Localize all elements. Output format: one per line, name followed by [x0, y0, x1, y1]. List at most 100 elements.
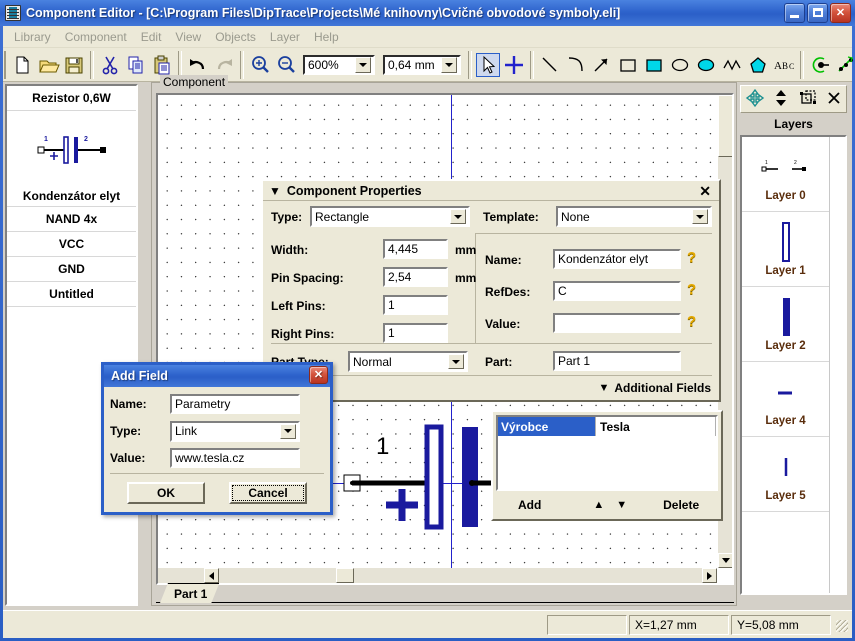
zoom-level-combo[interactable]: 600% — [303, 54, 375, 75]
new-icon[interactable] — [10, 53, 34, 77]
chevron-down-icon[interactable] — [692, 209, 708, 224]
close-icon[interactable]: ✕ — [695, 184, 715, 198]
list-item[interactable]: NAND 4x — [7, 207, 136, 232]
list-item[interactable]: GND — [7, 257, 136, 282]
additional-fields-toggle[interactable]: ▼ Additional Fields — [598, 381, 711, 395]
canvas-vscroll-thumb[interactable] — [718, 95, 732, 157]
template-combo[interactable]: None — [556, 206, 712, 227]
menu-layer[interactable]: Layer — [263, 27, 307, 47]
help-icon[interactable]: ? — [687, 250, 696, 265]
chevron-down-icon[interactable]: ▼ — [269, 184, 281, 198]
select-arrow-icon[interactable] — [476, 52, 500, 77]
ok-button[interactable]: OK — [127, 482, 205, 504]
delete-layer-icon[interactable] — [826, 88, 842, 111]
field-type-combo[interactable]: Link — [170, 420, 300, 442]
part-tab-part1[interactable]: Part 1 — [160, 583, 219, 603]
ellipse-icon[interactable] — [668, 53, 692, 77]
filled-ellipse-icon[interactable] — [694, 53, 718, 77]
save-icon[interactable] — [62, 53, 86, 77]
application-window: Component Editor - [C:\Program Files\Dip… — [0, 0, 855, 641]
move-down-icon[interactable]: ▼ — [616, 499, 627, 511]
add-pin-icon[interactable] — [808, 53, 832, 77]
list-item[interactable]: Untitled — [7, 282, 136, 307]
help-icon[interactable]: ? — [687, 314, 696, 329]
field-value-cell[interactable]: Tesla — [596, 417, 716, 436]
close-button[interactable]: ✕ — [830, 3, 851, 23]
part-input[interactable]: Part 1 — [553, 351, 681, 371]
zoom-out-icon[interactable] — [274, 53, 298, 77]
canvas-scroll-right-button[interactable] — [702, 568, 717, 583]
menu-objects[interactable]: Objects — [208, 27, 263, 47]
layer-label: Layer 4 — [765, 415, 806, 427]
polyline-icon[interactable] — [720, 53, 744, 77]
menu-view[interactable]: View — [168, 27, 208, 47]
list-item[interactable]: VCC — [7, 232, 136, 257]
table-row[interactable]: Výrobce Tesla — [498, 417, 716, 436]
refdes-input[interactable]: C — [553, 281, 681, 301]
width-input[interactable]: 4,445 — [383, 239, 448, 259]
list-item[interactable]: Layer 5 — [742, 437, 829, 512]
list-item[interactable]: Rezistor 0,6W — [7, 86, 136, 111]
toolbar-group-zoom: 600% 0,64 mm — [243, 50, 469, 79]
name-input[interactable]: Kondenzátor elyt — [553, 249, 681, 269]
canvas-scroll-down-button[interactable] — [718, 553, 732, 568]
list-item[interactable]: 1 2 Kondenzátor elyt — [7, 111, 136, 207]
list-item[interactable]: 12 Layer 0 — [742, 137, 829, 212]
grid-size-combo[interactable]: 0,64 mm — [383, 54, 461, 75]
left-pins-input[interactable]: 1 — [383, 295, 448, 315]
cut-icon[interactable] — [98, 53, 122, 77]
paste-icon[interactable] — [150, 53, 174, 77]
chevron-down-icon[interactable] — [355, 56, 371, 73]
menu-library[interactable]: Library — [7, 27, 58, 47]
arc-icon[interactable] — [564, 53, 588, 77]
canvas-hscroll-thumb[interactable] — [336, 568, 354, 583]
right-pins-input[interactable]: 1 — [383, 323, 448, 343]
component-list[interactable]: Rezistor 0,6W 1 2 Kondenzátor elyt NAND … — [5, 84, 138, 606]
menu-help[interactable]: Help — [307, 27, 346, 47]
layer-properties-icon[interactable] — [798, 88, 818, 111]
resize-grip-icon[interactable] — [833, 617, 849, 633]
add-field-button[interactable]: Add — [518, 498, 541, 512]
field-name-input[interactable]: Parametry — [170, 394, 300, 414]
close-icon[interactable]: ✕ — [309, 366, 328, 384]
canvas-horizontal-scrollbar[interactable] — [158, 568, 717, 583]
zoom-in-icon[interactable] — [248, 53, 272, 77]
menu-edit[interactable]: Edit — [134, 27, 169, 47]
delete-field-button[interactable]: Delete — [663, 498, 699, 512]
pin-array-icon[interactable] — [834, 53, 855, 77]
pin-spacing-input[interactable]: 2,54 — [383, 267, 448, 287]
crosshair-icon[interactable] — [502, 53, 526, 77]
chevron-down-icon[interactable] — [280, 423, 296, 439]
copy-icon[interactable] — [124, 53, 148, 77]
chevron-down-icon[interactable] — [450, 209, 466, 224]
open-icon[interactable] — [36, 53, 60, 77]
chevron-down-icon[interactable] — [448, 354, 464, 369]
field-name-cell[interactable]: Výrobce — [498, 417, 596, 436]
value-input[interactable] — [553, 313, 681, 333]
help-icon[interactable]: ? — [687, 282, 696, 297]
cancel-button[interactable]: Cancel — [229, 482, 307, 504]
maximize-button[interactable] — [807, 3, 828, 23]
line-icon[interactable] — [538, 53, 562, 77]
move-up-icon[interactable]: ▲ — [593, 499, 604, 511]
polygon-icon[interactable] — [746, 53, 770, 77]
field-value-input[interactable]: www.tesla.cz — [170, 448, 300, 468]
layers-list[interactable]: 12 Layer 0 Layer 1 Layer 2 Layer 4 Layer… — [740, 135, 847, 595]
arrow-icon[interactable] — [590, 53, 614, 77]
move-layer-icon[interactable] — [745, 88, 765, 111]
list-item[interactable]: Layer 1 — [742, 212, 829, 287]
additional-fields-table[interactable]: Výrobce Tesla — [496, 415, 718, 491]
reorder-layer-icon[interactable] — [773, 88, 789, 111]
list-item[interactable]: Layer 2 — [742, 287, 829, 362]
rectangle-icon[interactable] — [616, 53, 640, 77]
menu-component[interactable]: Component — [58, 27, 134, 47]
filled-rectangle-icon[interactable] — [642, 53, 666, 77]
minimize-button[interactable] — [784, 3, 805, 23]
part-type-combo[interactable]: Normal — [348, 351, 468, 372]
canvas-scroll-left-button[interactable] — [204, 568, 219, 583]
text-icon[interactable]: ABC — [772, 53, 796, 77]
type-combo[interactable]: Rectangle — [310, 206, 470, 227]
undo-icon[interactable] — [186, 53, 210, 77]
chevron-down-icon[interactable] — [441, 56, 457, 73]
list-item[interactable]: Layer 4 — [742, 362, 829, 437]
